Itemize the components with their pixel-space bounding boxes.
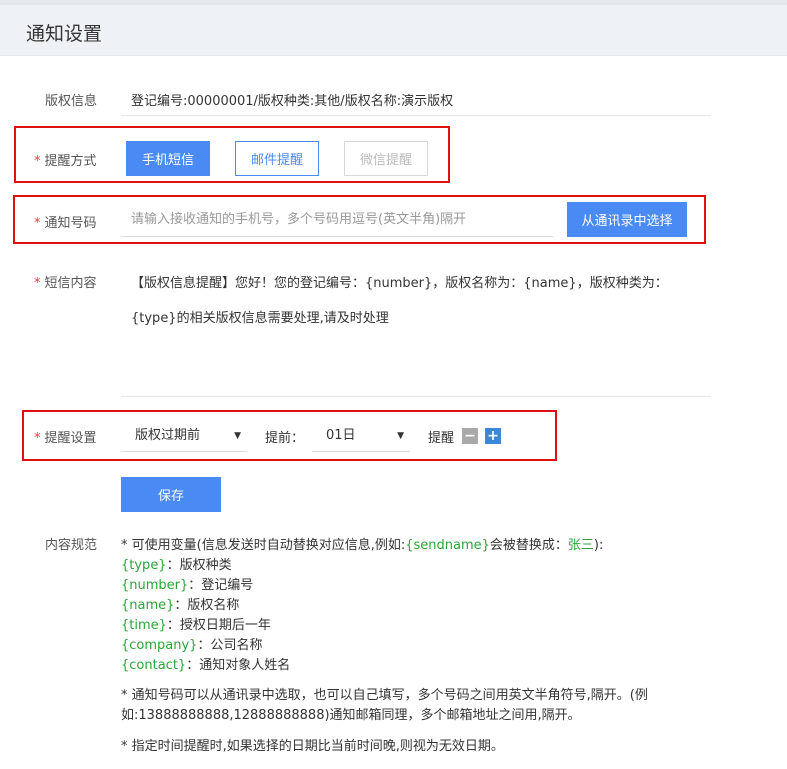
remind-days-select[interactable]: 01日 ▼	[312, 421, 410, 452]
remind-method-label: * 提醒方式	[34, 154, 97, 169]
sample-name: 张三	[567, 538, 594, 553]
note-invalid-date: * 指定时间提醒时,如果选择的日期比当前时间晚,则视为无效日期。	[121, 739, 504, 754]
sendname-variable: {sendname}	[405, 538, 490, 553]
page-header: 通知设置	[0, 5, 787, 56]
notify-number-label: * 通知号码	[34, 216, 97, 231]
sms-content-divider	[121, 396, 711, 397]
email-option-button[interactable]: 邮件提醒	[235, 141, 319, 176]
copyright-value: 登记编号:00000001/版权种类:其他/版权名称:演示版权	[131, 94, 454, 109]
page-title: 通知设置	[26, 23, 103, 45]
wechat-option-button[interactable]: 微信提醒	[344, 141, 428, 176]
sms-content-line2: {type}的相关版权信息需要处理,请及时处理	[131, 311, 389, 326]
caret-down-icon: ▼	[234, 431, 241, 441]
plus-icon[interactable]: +	[485, 428, 501, 444]
minus-icon[interactable]: −	[462, 428, 478, 444]
remind-days-value: 01日	[326, 428, 356, 443]
var-company: {company}：公司名称	[121, 638, 263, 653]
remind-label: 提醒	[428, 431, 455, 446]
var-contact: {contact}：通知对象人姓名	[121, 658, 291, 673]
var-name: {name}：版权名称	[121, 598, 240, 613]
note-contacts-line2: 如:13888888888,12888888888)通知邮箱同理，多个邮箱地址之…	[121, 708, 581, 723]
note-contacts-line1: * 通知号码可以从通讯录中选取，也可以自己填写，多个号码之间用英文半角符号,隔开…	[121, 688, 648, 703]
sms-content-line1: 【版权信息提醒】您好！您的登记编号：{number}，版权名称为：{name}，…	[131, 276, 668, 291]
var-time: {time}：授权日期后一年	[121, 618, 271, 633]
remind-type-value: 版权过期前	[135, 428, 201, 443]
rules-intro: * 可使用变量(信息发送时自动替换对应信息,例如:{sendname}会被替换成…	[121, 538, 604, 553]
sms-option-button[interactable]: 手机短信	[126, 141, 210, 176]
copyright-label: 版权信息	[45, 94, 98, 109]
phone-number-input[interactable]	[121, 203, 553, 237]
sms-content-label: * 短信内容	[34, 276, 97, 291]
rules-label: 内容规范	[45, 538, 98, 553]
remind-type-select[interactable]: 版权过期前 ▼	[121, 421, 247, 452]
copyright-divider	[121, 115, 711, 116]
select-from-contacts-button[interactable]: 从通讯录中选择	[567, 202, 687, 237]
save-button[interactable]: 保存	[121, 477, 221, 512]
caret-down-icon: ▼	[397, 431, 404, 441]
var-type: {type}：版权种类	[121, 558, 232, 573]
var-number: {number}：登记编号	[121, 578, 254, 593]
before-label: 提前：	[265, 431, 305, 446]
remind-setting-label: * 提醒设置	[34, 431, 97, 446]
